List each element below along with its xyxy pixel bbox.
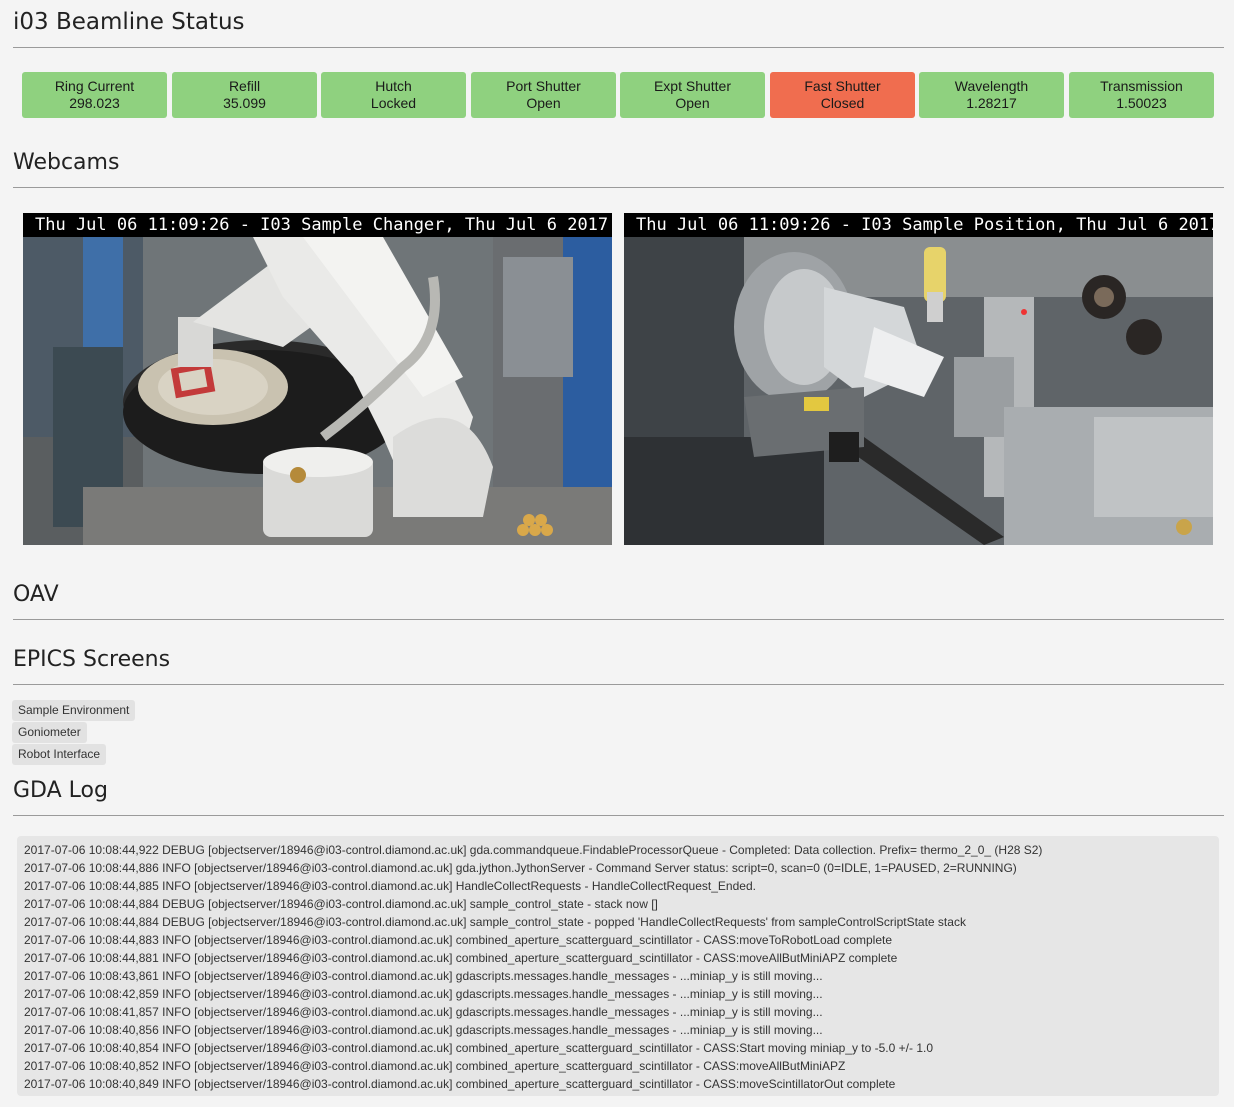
- status-value: 298.023: [69, 95, 120, 111]
- status-value: 1.28217: [966, 95, 1017, 111]
- status-label: Port Shutter: [506, 78, 581, 94]
- epics-heading: EPICS Screens: [13, 647, 171, 672]
- divider: [13, 187, 1224, 188]
- log-line: 2017-07-06 10:08:44,884 DEBUG [objectser…: [24, 915, 966, 929]
- status-value: Locked: [370, 95, 417, 111]
- log-line: 2017-07-06 10:08:40,849 INFO [objectserv…: [24, 1077, 896, 1091]
- status-value: Closed: [820, 95, 865, 111]
- epics-button-goniometer[interactable]: Goniometer: [12, 722, 87, 743]
- status-label: Hutch: [375, 78, 412, 94]
- log-line: 2017-07-06 10:08:43,861 INFO [objectserv…: [24, 969, 823, 983]
- gda-log[interactable]: 2017-07-06 10:08:44,922 DEBUG [objectser…: [17, 836, 1219, 1096]
- status-wavelength: Wavelength 1.28217: [919, 72, 1064, 118]
- log-line: 2017-07-06 10:08:40,854 INFO [objectserv…: [24, 1041, 934, 1055]
- status-label: Transmission: [1100, 78, 1183, 94]
- status-value: 35.099: [223, 95, 266, 111]
- status-value: Open: [526, 95, 561, 111]
- epics-button-robot-interface[interactable]: Robot Interface: [12, 744, 107, 765]
- status-label: Wavelength: [954, 78, 1029, 94]
- divider: [13, 815, 1224, 816]
- webcams-heading: Webcams: [13, 150, 120, 175]
- status-value: Open: [675, 95, 710, 111]
- divider: [13, 47, 1224, 48]
- log-line: 2017-07-06 10:08:44,922 DEBUG [objectser…: [24, 843, 1043, 857]
- divider: [13, 619, 1224, 620]
- status-label: Fast Shutter: [804, 78, 881, 94]
- status-label: Expt Shutter: [653, 78, 732, 94]
- webcam-sample-changer[interactable]: Thu Jul 06 11:09:26 - I03 Sample Changer…: [23, 213, 612, 545]
- gda-log-heading: GDA Log: [13, 778, 108, 803]
- webcam-timestamp: Thu Jul 06 11:09:26 - I03 Sample Positio…: [624, 213, 1213, 237]
- log-line: 2017-07-06 10:08:40,856 INFO [objectserv…: [24, 1023, 823, 1037]
- status-port-shutter: Port Shutter Open: [471, 72, 616, 118]
- log-line: 2017-07-06 10:08:44,883 INFO [objectserv…: [24, 933, 893, 947]
- page-title: i03 Beamline Status: [13, 9, 245, 35]
- log-line: 2017-07-06 10:08:42,859 INFO [objectserv…: [24, 987, 823, 1001]
- webcam-timestamp: Thu Jul 06 11:09:26 - I03 Sample Changer…: [23, 213, 612, 237]
- oav-heading: OAV: [13, 582, 59, 607]
- epics-button-sample-environment[interactable]: Sample Environment: [12, 700, 136, 721]
- divider: [13, 684, 1224, 685]
- status-transmission: Transmission 1.50023: [1069, 72, 1214, 118]
- log-line: 2017-07-06 10:08:44,884 DEBUG [objectser…: [24, 897, 658, 911]
- status-bar: Ring Current 298.023 Refill 35.099 Hutch…: [22, 72, 1214, 118]
- status-value: 1.50023: [1116, 95, 1167, 111]
- sample-changer-image: [23, 237, 612, 545]
- status-ring-current: Ring Current 298.023: [22, 72, 167, 118]
- status-label: Ring Current: [54, 78, 135, 94]
- log-line: 2017-07-06 10:08:44,886 INFO [objectserv…: [24, 861, 1017, 875]
- sample-position-image: [624, 237, 1213, 545]
- log-line: 2017-07-06 10:08:40,852 INFO [objectserv…: [24, 1059, 846, 1073]
- log-line: 2017-07-06 10:08:41,857 INFO [objectserv…: [24, 1005, 823, 1019]
- status-refill: Refill 35.099: [172, 72, 317, 118]
- status-fast-shutter: Fast Shutter Closed: [770, 72, 915, 118]
- webcam-sample-position[interactable]: Thu Jul 06 11:09:26 - I03 Sample Positio…: [624, 213, 1213, 545]
- status-hutch: Hutch Locked: [321, 72, 466, 118]
- log-line: 2017-07-06 10:08:44,881 INFO [objectserv…: [24, 951, 898, 965]
- log-line: 2017-07-06 10:08:44,885 INFO [objectserv…: [24, 879, 756, 893]
- status-expt-shutter: Expt Shutter Open: [620, 72, 765, 118]
- status-label: Refill: [228, 78, 261, 94]
